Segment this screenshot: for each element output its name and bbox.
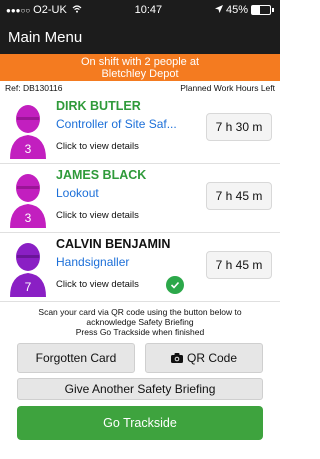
avatar-icon: 7 [10, 243, 46, 297]
hours-left-badge: 7 h 45 m [206, 182, 272, 210]
signal-icon: ●●●○○ [6, 5, 31, 15]
camera-icon [170, 353, 183, 363]
check-icon [166, 276, 184, 294]
clock: 10:47 [134, 4, 163, 16]
instructions-line1: Scan your card via QR code using the but… [38, 307, 242, 317]
forgotten-card-button[interactable]: Forgotten Card [17, 343, 135, 373]
person-name: CALVIN BENJAMIN [56, 237, 171, 251]
nav-bar: Main Menu [0, 20, 280, 54]
shift-banner-line2: Bletchley Depot [101, 68, 179, 80]
instructions-line2: acknowledge Safety Briefing [86, 317, 194, 327]
person-role: Controller of Site Saf... [56, 117, 177, 131]
hours-left-badge: 7 h 45 m [206, 251, 272, 279]
qr-code-label: QR Code [186, 351, 238, 365]
avatar-badge-number: 3 [25, 142, 32, 156]
safety-briefing-button[interactable]: Give Another Safety Briefing [17, 378, 263, 400]
status-bar: ●●●○○ O2-UK 10:47 45% [0, 0, 280, 20]
person-name: JAMES BLACK [56, 168, 147, 182]
person-role: Handsignaller [56, 255, 130, 269]
person-role: Lookout [56, 186, 99, 200]
wifi-icon [72, 5, 82, 15]
view-details-link[interactable]: Click to view details [56, 210, 139, 221]
avatar-icon: 3 [10, 174, 46, 228]
shift-banner-line1: On shift with 2 people at [80, 56, 199, 68]
go-trackside-button[interactable]: Go Trackside [17, 406, 263, 440]
hours-header: Planned Work Hours Left [180, 83, 275, 93]
hours-left-badge: 7 h 30 m [206, 113, 272, 141]
ref-label: Ref: DB130116 [5, 83, 63, 93]
instructions-text: Scan your card via QR code using the but… [0, 302, 280, 337]
view-details-link[interactable]: Click to view details [56, 279, 139, 290]
person-name: DIRK BUTLER [56, 99, 141, 113]
shift-banner: On shift with 2 people at Bletchley Depo… [0, 54, 280, 81]
person-row-calvin-benjamin[interactable]: 7 CALVIN BENJAMIN Handsignaller Click to… [0, 233, 280, 302]
carrier-label: O2-UK [33, 4, 67, 16]
person-row-dirk-butler[interactable]: 3 DIRK BUTLER Controller of Site Saf... … [0, 95, 280, 164]
avatar-icon: 3 [10, 105, 46, 159]
ref-row: Ref: DB130116 Planned Work Hours Left [0, 81, 280, 95]
location-arrow-icon [214, 4, 223, 16]
status-left: ●●●○○ O2-UK [6, 4, 82, 16]
avatar-badge-number: 3 [25, 211, 32, 225]
person-row-james-black[interactable]: 3 JAMES BLACK Lookout Click to view deta… [0, 164, 280, 233]
card-button-row: Forgotten Card QR Code [0, 337, 280, 373]
status-right: 45% [214, 4, 274, 16]
instructions-line3: Press Go Trackside when finished [75, 327, 205, 337]
view-details-link[interactable]: Click to view details [56, 141, 139, 152]
battery-percent: 45% [225, 4, 248, 16]
avatar-badge-number: 7 [25, 280, 32, 294]
page-title: Main Menu [8, 28, 83, 46]
battery-icon [250, 5, 271, 15]
qr-code-button[interactable]: QR Code [145, 343, 263, 373]
